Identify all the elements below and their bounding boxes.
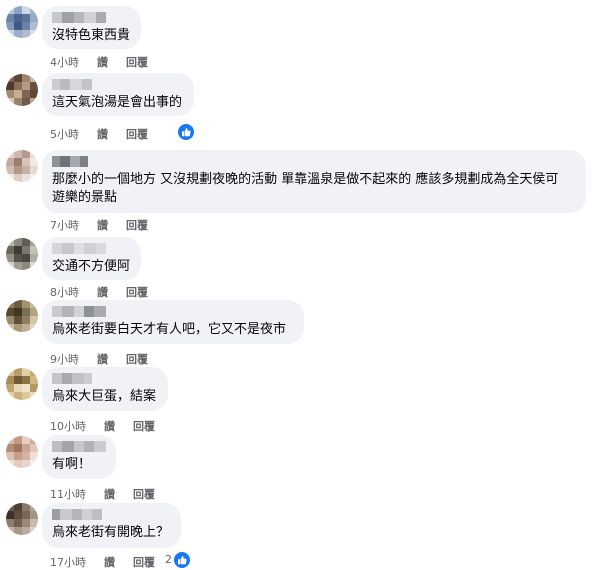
comment-text: 有啊！ [52, 457, 92, 472]
commenter-name-blurred[interactable] [52, 79, 184, 90]
comment-actions: 9小時 讚 回覆 [50, 351, 148, 367]
commenter-name-blurred[interactable] [52, 243, 131, 254]
thumbs-up-icon[interactable] [178, 124, 194, 140]
comment-actions: 4小時 讚 回覆 [50, 54, 148, 70]
avatar[interactable] [6, 150, 38, 182]
comment-actions: 7小時 讚 回覆 [50, 217, 148, 233]
comment-actions: 10小時 讚 回覆 [50, 418, 155, 434]
comment-text: 那麼小的一個地方 又沒規劃夜晚的活動 單靠溫泉是做不起來的 應該多規劃成為全天侯… [52, 172, 559, 205]
reply-button[interactable]: 回覆 [133, 418, 155, 434]
comment-time[interactable]: 10小時 [50, 418, 86, 434]
avatar[interactable] [6, 436, 38, 468]
comment-bubble: 沒特色東西貴 [42, 6, 141, 49]
like-button[interactable]: 讚 [97, 217, 108, 233]
reply-button[interactable]: 回覆 [126, 284, 148, 300]
comment-text: 交通不方便阿 [52, 259, 131, 274]
reply-button[interactable]: 回覆 [126, 54, 148, 70]
comment-actions: 5小時 讚 回覆 [50, 126, 148, 142]
like-button[interactable]: 讚 [97, 351, 108, 367]
avatar[interactable] [6, 238, 38, 270]
commenter-name-blurred[interactable] [52, 441, 106, 452]
comment-text: 這天氣泡湯是會出事的 [52, 95, 183, 110]
reply-button[interactable]: 回覆 [133, 486, 155, 502]
comment-text: 烏來老街有開晚上？ [52, 525, 170, 540]
commenter-name-blurred[interactable] [52, 156, 576, 167]
commenter-name-blurred[interactable] [52, 373, 158, 384]
thumbs-up-icon[interactable] [174, 552, 190, 568]
comments-page: { "comments": [ {"text": "沒特色東西貴", "time… [0, 0, 608, 569]
comment-text: 沒特色東西貴 [52, 28, 131, 43]
avatar[interactable] [6, 74, 38, 106]
comment-time[interactable]: 17小時 [50, 554, 86, 570]
comment-bubble: 那麼小的一個地方 又沒規劃夜晚的活動 單靠溫泉是做不起來的 應該多規劃成為全天侯… [42, 150, 586, 213]
like-button[interactable]: 讚 [97, 54, 108, 70]
avatar[interactable] [6, 503, 38, 535]
comment-text: 烏來大巨蛋，結案 [52, 389, 157, 404]
comment-time[interactable]: 4小時 [50, 54, 79, 70]
reply-button[interactable]: 回覆 [133, 554, 155, 570]
like-button[interactable]: 讚 [104, 418, 115, 434]
comment-time[interactable]: 9小時 [50, 351, 79, 367]
comment-bubble: 烏來大巨蛋，結案 [42, 367, 168, 411]
avatar[interactable] [6, 300, 38, 332]
comment-bubble: 烏來老街要白天才有人吧，它又不是夜市 [42, 300, 304, 344]
comment-actions: 17小時 讚 回覆 [50, 554, 155, 570]
reaction-count[interactable]: 2 [165, 553, 172, 566]
reply-button[interactable]: 回覆 [126, 126, 148, 142]
comment-time[interactable]: 11小時 [50, 486, 86, 502]
like-button[interactable]: 讚 [97, 284, 108, 300]
comment-bubble: 烏來老街有開晚上？ [42, 503, 181, 548]
commenter-name-blurred[interactable] [52, 509, 171, 520]
comment-actions: 8小時 讚 回覆 [50, 284, 148, 300]
like-button[interactable]: 讚 [104, 554, 115, 570]
comment-bubble: 這天氣泡湯是會出事的 [42, 73, 194, 116]
reply-button[interactable]: 回覆 [126, 217, 148, 233]
comment-time[interactable]: 7小時 [50, 217, 79, 233]
comment-actions: 11小時 讚 回覆 [50, 486, 155, 502]
commenter-name-blurred[interactable] [52, 306, 294, 317]
avatar[interactable] [6, 6, 38, 38]
comment-bubble: 交通不方便阿 [42, 237, 141, 280]
comment-text: 烏來老街要白天才有人吧，它又不是夜市 [52, 322, 287, 337]
comment-time[interactable]: 8小時 [50, 284, 79, 300]
like-button[interactable]: 讚 [104, 486, 115, 502]
like-button[interactable]: 讚 [97, 126, 108, 142]
comment-time[interactable]: 5小時 [50, 126, 79, 142]
reply-button[interactable]: 回覆 [126, 351, 148, 367]
comment-bubble: 有啊！ [42, 435, 116, 479]
commenter-name-blurred[interactable] [52, 12, 131, 23]
avatar[interactable] [6, 368, 38, 400]
